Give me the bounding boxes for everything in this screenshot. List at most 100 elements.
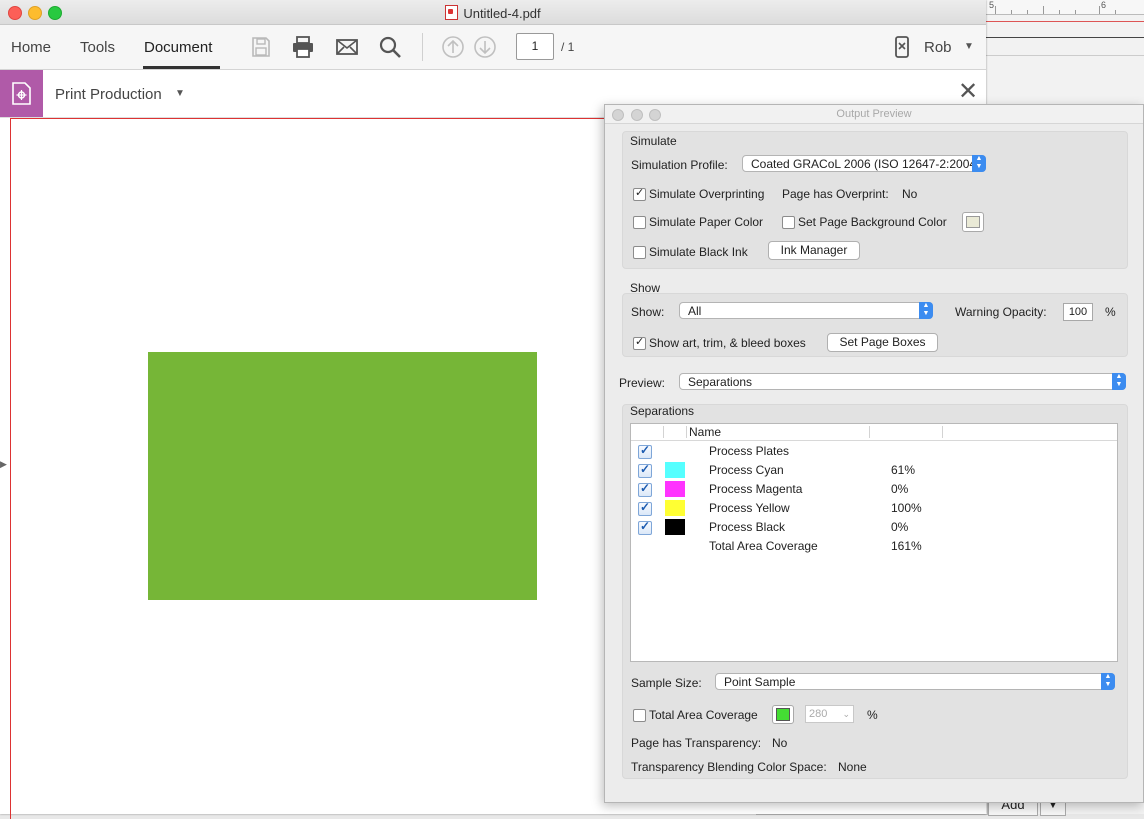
ink-manager-button[interactable]: Ink Manager xyxy=(768,241,860,260)
separations-heading: Separations xyxy=(630,404,695,418)
set-page-boxes-button[interactable]: Set Page Boxes xyxy=(827,333,938,352)
warning-opacity-label: Warning Opacity: xyxy=(955,305,1047,319)
window-title-text: Untitled-4.pdf xyxy=(463,6,541,21)
tab-document[interactable]: Document xyxy=(144,39,212,56)
preview-label: Preview: xyxy=(619,376,666,390)
separation-value: 161% xyxy=(891,539,922,553)
email-icon[interactable] xyxy=(335,35,359,59)
ruler-label: 5 xyxy=(989,0,995,10)
show-select[interactable]: All ▲ ▼ xyxy=(679,302,933,319)
window-titlebar: Untitled-4.pdf xyxy=(0,0,986,25)
select-stepper-icon: ▲ ▼ xyxy=(1101,673,1115,690)
tool-pane-title[interactable]: Print Production xyxy=(55,86,162,103)
print-icon[interactable] xyxy=(291,35,315,59)
background-ruler: 5 6 xyxy=(985,0,1144,15)
set-page-background-checkbox[interactable] xyxy=(782,216,795,229)
warning-opacity-input[interactable]: 100 xyxy=(1063,303,1093,321)
expand-left-pane-icon[interactable]: ▶ xyxy=(0,459,7,470)
column-header-name[interactable]: Name xyxy=(689,424,721,440)
separation-value: 100% xyxy=(891,501,922,515)
simulate-heading: Simulate xyxy=(630,134,677,148)
simulate-paper-color-checkbox[interactable] xyxy=(633,216,646,229)
total-area-coverage-checkbox[interactable] xyxy=(633,709,646,722)
tool-pane-menu-caret-icon[interactable]: ▼ xyxy=(175,88,185,99)
select-stepper-icon: ▲ ▼ xyxy=(919,302,933,319)
has-overprint-label: Page has Overprint: xyxy=(782,187,889,201)
background-rule xyxy=(985,55,1144,56)
page-transparency-label: Page has Transparency: xyxy=(631,736,762,750)
show-label: Show: xyxy=(631,305,665,319)
user-name[interactable]: Rob xyxy=(924,39,952,56)
separation-checkbox[interactable] xyxy=(638,519,652,535)
page-number-input[interactable]: 1 xyxy=(516,33,554,60)
simulate-overprinting-checkbox[interactable] xyxy=(633,186,646,201)
preview-select[interactable]: Separations ▲ ▼ xyxy=(679,373,1126,390)
user-menu-caret-icon[interactable]: ▼ xyxy=(964,41,974,52)
separation-name: Process Yellow xyxy=(709,501,790,515)
save-icon[interactable] xyxy=(249,35,273,59)
separation-name: Process Black xyxy=(709,520,786,534)
panel-titlebar: Output Preview xyxy=(605,105,1143,124)
simulate-black-ink-label: Simulate Black Ink xyxy=(649,245,748,259)
toolbar-divider xyxy=(422,33,423,61)
separation-checkbox[interactable] xyxy=(638,462,652,478)
select-stepper-icon: ▲ ▼ xyxy=(972,155,986,172)
table-row[interactable]: Process Magenta 0% xyxy=(631,480,1117,499)
background-color-swatch[interactable] xyxy=(962,212,984,232)
show-boxes-checkbox[interactable] xyxy=(633,335,646,350)
table-row[interactable]: Process Yellow 100% xyxy=(631,499,1117,518)
background-guide-line xyxy=(985,21,1144,22)
separation-value: 0% xyxy=(891,482,909,496)
sample-size-value: Point Sample xyxy=(724,675,796,689)
separation-value: 0% xyxy=(891,520,909,534)
tab-tools[interactable]: Tools xyxy=(80,39,115,56)
simulation-profile-select[interactable]: Coated GRACoL 2006 (ISO 12647-2:2004) ▲ ▼ xyxy=(742,155,986,172)
separation-checkbox[interactable] xyxy=(638,481,652,497)
set-page-background-label: Set Page Background Color xyxy=(798,215,947,229)
magenta-swatch xyxy=(665,481,685,497)
main-toolbar: Home Tools Document 1 / 1 Rob ▼ xyxy=(0,25,986,70)
chevron-down-icon: ⌄ xyxy=(842,709,850,719)
prev-page-icon[interactable] xyxy=(441,35,465,59)
warning-opacity-unit: % xyxy=(1105,305,1116,319)
separation-checkbox[interactable] xyxy=(638,443,652,459)
table-row[interactable]: Process Plates xyxy=(631,442,1117,461)
separations-table: Name Process Plates Process Cyan 61% Pro… xyxy=(630,423,1118,662)
tab-home[interactable]: Home xyxy=(11,39,51,56)
sample-size-label: Sample Size: xyxy=(631,676,702,690)
page-green-rectangle xyxy=(148,352,537,600)
coverage-threshold-value: 280 xyxy=(809,708,828,720)
window-title: Untitled-4.pdf xyxy=(0,5,986,21)
separation-value: 61% xyxy=(891,463,916,477)
close-icon[interactable]: ✕ xyxy=(958,80,978,104)
yellow-swatch xyxy=(665,500,685,516)
page-transparency-value: No xyxy=(772,736,788,750)
search-icon[interactable] xyxy=(378,35,402,59)
output-preview-panel: Output Preview Simulate Simulation Profi… xyxy=(604,104,1144,803)
coverage-unit: % xyxy=(867,708,878,722)
sample-size-select[interactable]: Point Sample ▲ ▼ xyxy=(715,673,1115,690)
mobile-link-icon[interactable] xyxy=(890,35,914,59)
separation-name: Total Area Coverage xyxy=(709,539,818,553)
simulate-paper-color-label: Simulate Paper Color xyxy=(649,215,764,229)
simulation-profile-value: Coated GRACoL 2006 (ISO 12647-2:2004) xyxy=(751,157,981,171)
pdf-file-icon xyxy=(445,5,459,20)
table-row: Total Area Coverage 161% xyxy=(631,537,1117,556)
separation-checkbox[interactable] xyxy=(638,500,652,516)
show-heading: Show xyxy=(630,281,661,295)
preview-value: Separations xyxy=(688,375,753,389)
table-row[interactable]: Process Black 0% xyxy=(631,518,1117,537)
separation-name: Process Plates xyxy=(709,444,790,458)
simulate-black-ink-checkbox[interactable] xyxy=(633,246,646,259)
coverage-color-swatch[interactable] xyxy=(772,705,794,724)
simulation-profile-label: Simulation Profile: xyxy=(631,158,728,172)
cyan-swatch xyxy=(665,462,685,478)
separation-name: Process Cyan xyxy=(709,463,784,477)
table-row[interactable]: Process Cyan 61% xyxy=(631,461,1117,480)
ruler-label: 6 xyxy=(1101,0,1107,10)
active-tab-indicator xyxy=(143,66,220,69)
total-area-coverage-label: Total Area Coverage xyxy=(649,708,758,722)
coverage-threshold-combo: 280 ⌄ xyxy=(805,705,854,723)
next-page-icon[interactable] xyxy=(473,35,497,59)
background-rule xyxy=(985,37,1144,38)
